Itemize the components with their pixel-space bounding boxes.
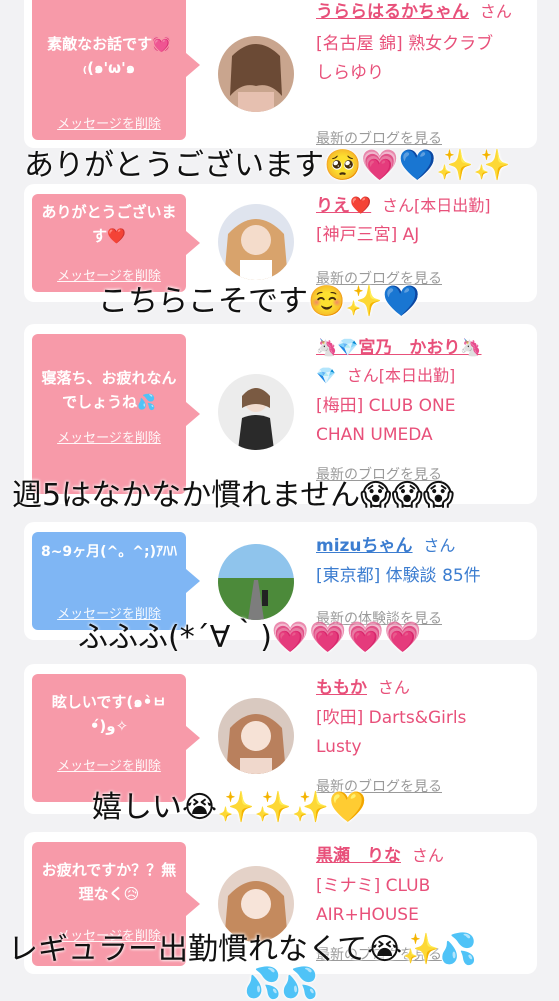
shop-line: [東京都] 体験談 85件 [316, 566, 481, 586]
cast-name-link[interactable]: うららはるかちゃん [316, 2, 469, 22]
shop-line: [神戸三宮] AJ [316, 225, 420, 245]
message-bubble: 素敵なお話です💓₍(๑'ω'๑ メッセージを削除 [32, 0, 186, 140]
avatar[interactable] [218, 204, 294, 280]
overlay-caption: 💦💦 [244, 966, 319, 1001]
shop-line: [名古屋 錦] 熟女クラブ [316, 34, 494, 54]
cast-name-link[interactable]: りえ❤️ [316, 196, 371, 216]
cast-info: りえ❤️ さん[本日出勤] [神戸三宮] AJ [316, 194, 530, 250]
avatar[interactable] [218, 36, 294, 112]
cast-name-link[interactable]: ももか [316, 678, 367, 698]
overlay-caption: ふふふ(*´∀｀)💗💗💗💗 [78, 620, 422, 655]
message-text: 8~9ヶ月(^。^;)ｱﾊﾊ [40, 544, 178, 560]
message-card: 素敵なお話です💓₍(๑'ω'๑ メッセージを削除 うららはるかちゃん さん [名… [24, 0, 537, 148]
shop-line: [梅田] CLUB ONE [316, 396, 456, 416]
cast-name-link[interactable]: 黒瀬 りな [316, 846, 401, 866]
honorific: さん [479, 2, 512, 21]
shop-line: CHAN UMEDA [316, 425, 433, 445]
message-text: 眩しいです(๑•̀ㅂ•́)و✧ [51, 693, 167, 735]
message-text: 寝落ち、お疲れなんでしょうね💦 [41, 369, 177, 411]
message-text: 素敵なお話です💓₍(๑'ω'๑ [47, 35, 171, 77]
cast-info: 🦄💎宮乃 かおり🦄 💎 さん[本日出勤] [梅田] CLUB ONE CHAN … [316, 336, 530, 450]
shop-line: [吹田] Darts&Girls [316, 708, 467, 728]
honorific: さん [411, 846, 444, 865]
message-text: ありがとうございます❤️ [41, 203, 177, 245]
honorific: さん[本日出勤] [346, 366, 456, 385]
cast-info: うららはるかちゃん さん [名古屋 錦] 熟女クラブ しらゆり [316, 0, 530, 88]
name-continuation: 💎 [316, 366, 336, 385]
message-text: お疲れですか？？無理なく😥 [41, 861, 177, 903]
avatar[interactable] [218, 374, 294, 450]
cast-name-link[interactable]: mizuちゃん [316, 536, 413, 556]
honorific: さん[本日出勤] [381, 196, 491, 215]
cast-info: mizuちゃん さん [東京都] 体験談 85件 [316, 534, 530, 591]
overlay-caption: 嬉しい😭✨✨✨💛 [92, 790, 367, 825]
honorific: さん [377, 678, 410, 697]
overlay-caption: レギュラー出勤慣れなくて😭✨💦 [8, 932, 477, 967]
delete-message-link[interactable]: メッセージを削除 [32, 113, 186, 132]
avatar[interactable] [218, 544, 294, 620]
delete-message-link[interactable]: メッセージを削除 [32, 427, 186, 446]
honorific: さん [423, 536, 456, 555]
shop-line: Lusty [316, 737, 362, 757]
cast-info: ももか さん [吹田] Darts&Girls Lusty [316, 676, 530, 762]
cast-name-link[interactable]: 🦄💎宮乃 かおり🦄 [316, 338, 482, 358]
cast-info: 黒瀬 りな さん [ミナミ] CLUB AIR+HOUSE [316, 844, 530, 930]
overlay-caption: 週5はなかなか慣れません😱😱😱 [12, 478, 455, 513]
overlay-caption: ありがとうございます🥺💗💙✨✨ [24, 148, 511, 183]
delete-message-link[interactable]: メッセージを削除 [32, 755, 186, 774]
shop-line: しらゆり [316, 63, 384, 83]
shop-line: [ミナミ] CLUB [316, 876, 431, 896]
overlay-caption: こちらこそです☺️✨💙 [98, 284, 421, 319]
avatar[interactable] [218, 698, 294, 774]
